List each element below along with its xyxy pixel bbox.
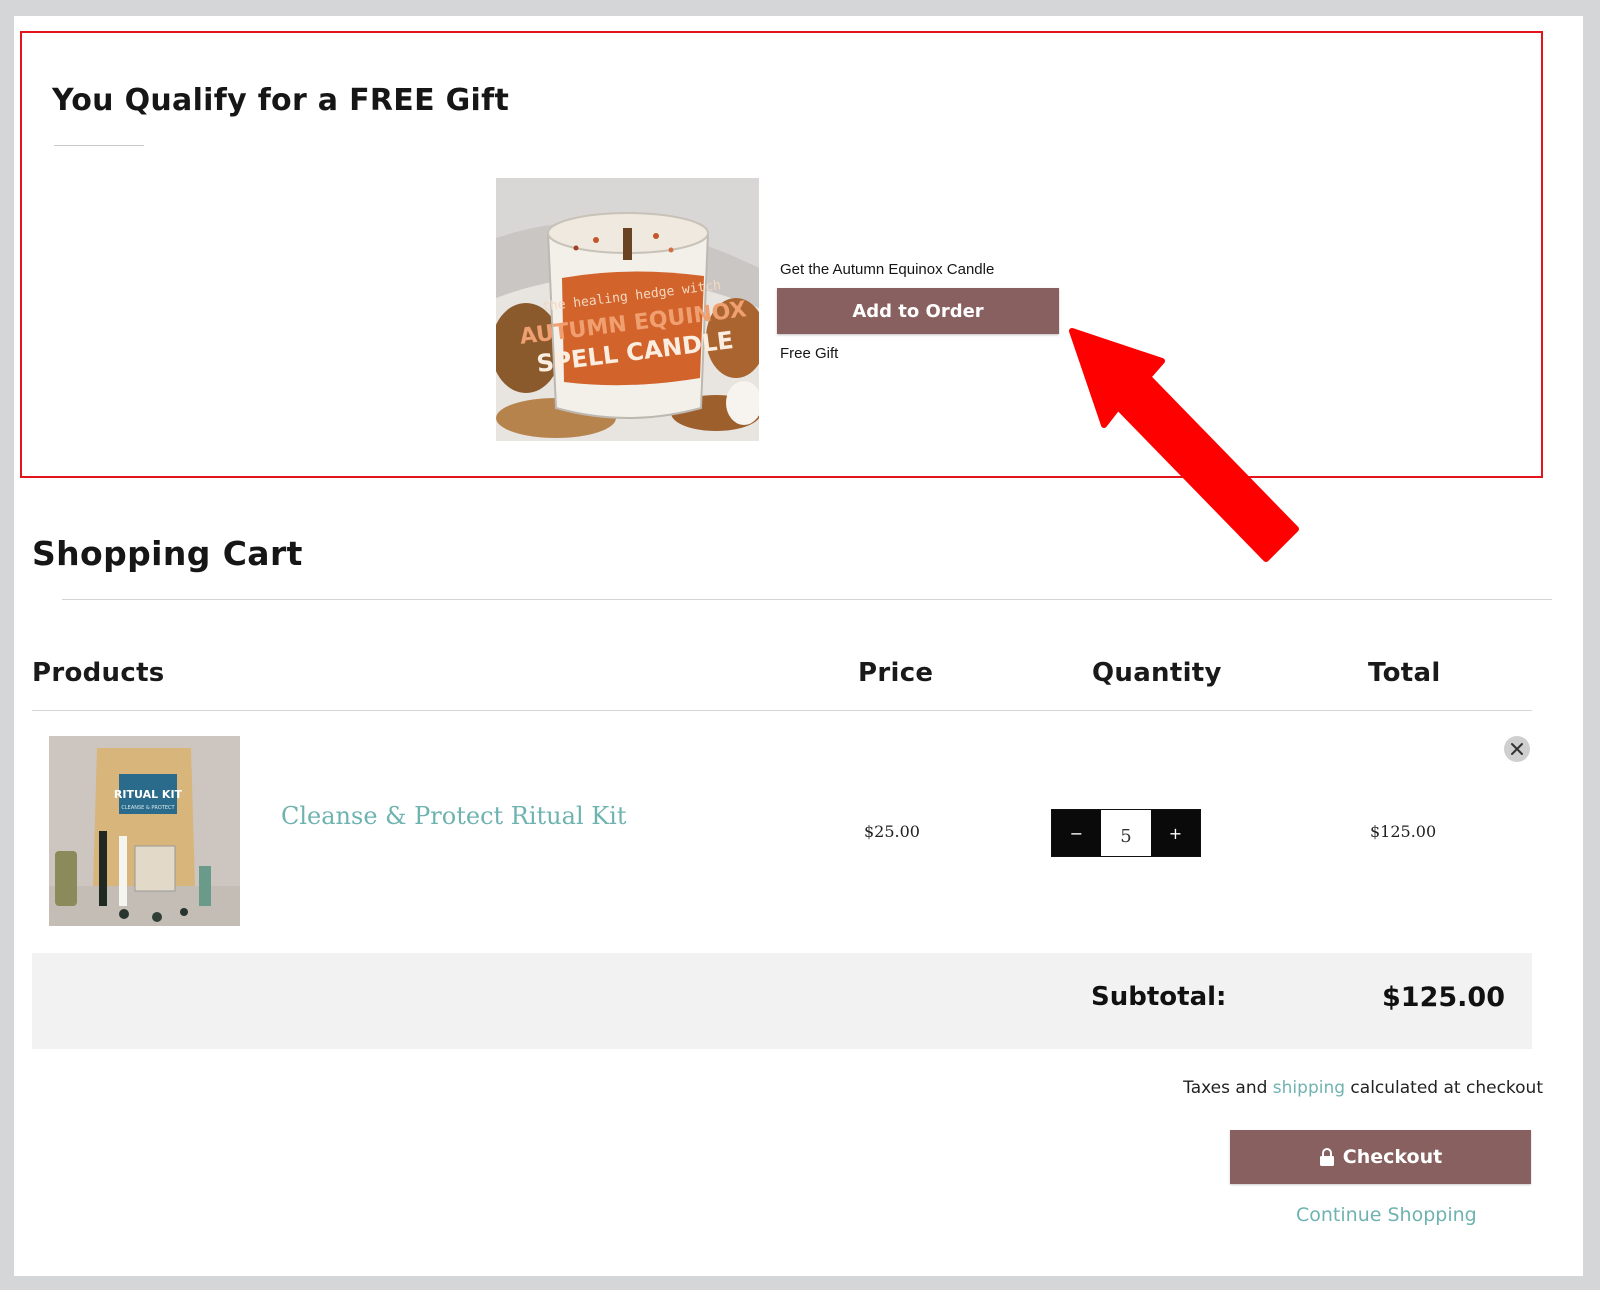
subtotal-label: Subtotal: [1091, 982, 1227, 1012]
free-gift-title: You Qualify for a FREE Gift [52, 83, 510, 118]
shipping-link[interactable]: shipping [1273, 1078, 1345, 1098]
subtotal-bar [32, 953, 1532, 1049]
column-header-total: Total [1368, 658, 1441, 688]
close-icon [1511, 743, 1523, 755]
candle-product-image[interactable]: the healing hedge witch AUTUMN EQUINOX S… [496, 178, 759, 441]
checkout-button[interactable]: Checkout [1230, 1130, 1531, 1184]
shopping-cart-title: Shopping Cart [32, 534, 303, 573]
title-divider [54, 145, 144, 146]
red-arrow-annotation [1069, 328, 1299, 562]
gift-offer-text: Get the Autumn Equinox Candle [780, 261, 995, 278]
remove-item-button[interactable] [1504, 736, 1530, 762]
ritual-kit-product-image[interactable]: RITUAL KIT CLEANSE & PROTECT [49, 736, 240, 926]
column-header-products: Products [32, 658, 165, 688]
column-header-quantity: Quantity [1092, 658, 1222, 688]
kit-label-line1: RITUAL KIT [114, 788, 183, 801]
tax-note-suffix: calculated at checkout [1345, 1078, 1543, 1098]
tax-note-prefix: Taxes and [1183, 1078, 1273, 1098]
checkout-label: Checkout [1342, 1146, 1443, 1168]
quantity-decrement-button[interactable]: − [1052, 810, 1101, 856]
header-divider [32, 710, 1532, 711]
add-to-order-button[interactable]: Add to Order [777, 288, 1059, 334]
free-gift-label: Free Gift [780, 345, 839, 362]
tax-shipping-note: Taxes and shipping calculated at checkou… [1183, 1078, 1543, 1098]
continue-shopping-link[interactable]: Continue Shopping [1296, 1204, 1477, 1226]
item-price: $25.00 [864, 822, 920, 841]
quantity-increment-button[interactable]: + [1151, 810, 1200, 856]
cart-title-divider [62, 599, 1552, 600]
quantity-stepper: − + [1051, 809, 1201, 857]
kit-label-line2: CLEANSE & PROTECT [121, 805, 175, 811]
cart-page: You Qualify for a FREE Gift the healing … [14, 16, 1583, 1276]
subtotal-value: $125.00 [1382, 982, 1505, 1013]
column-header-price: Price [858, 658, 934, 688]
lock-icon [1319, 1148, 1334, 1166]
product-link-cleanse-protect-ritual-kit[interactable]: Cleanse & Protect Ritual Kit [281, 802, 627, 830]
item-total: $125.00 [1370, 822, 1437, 841]
quantity-input[interactable] [1101, 810, 1151, 856]
